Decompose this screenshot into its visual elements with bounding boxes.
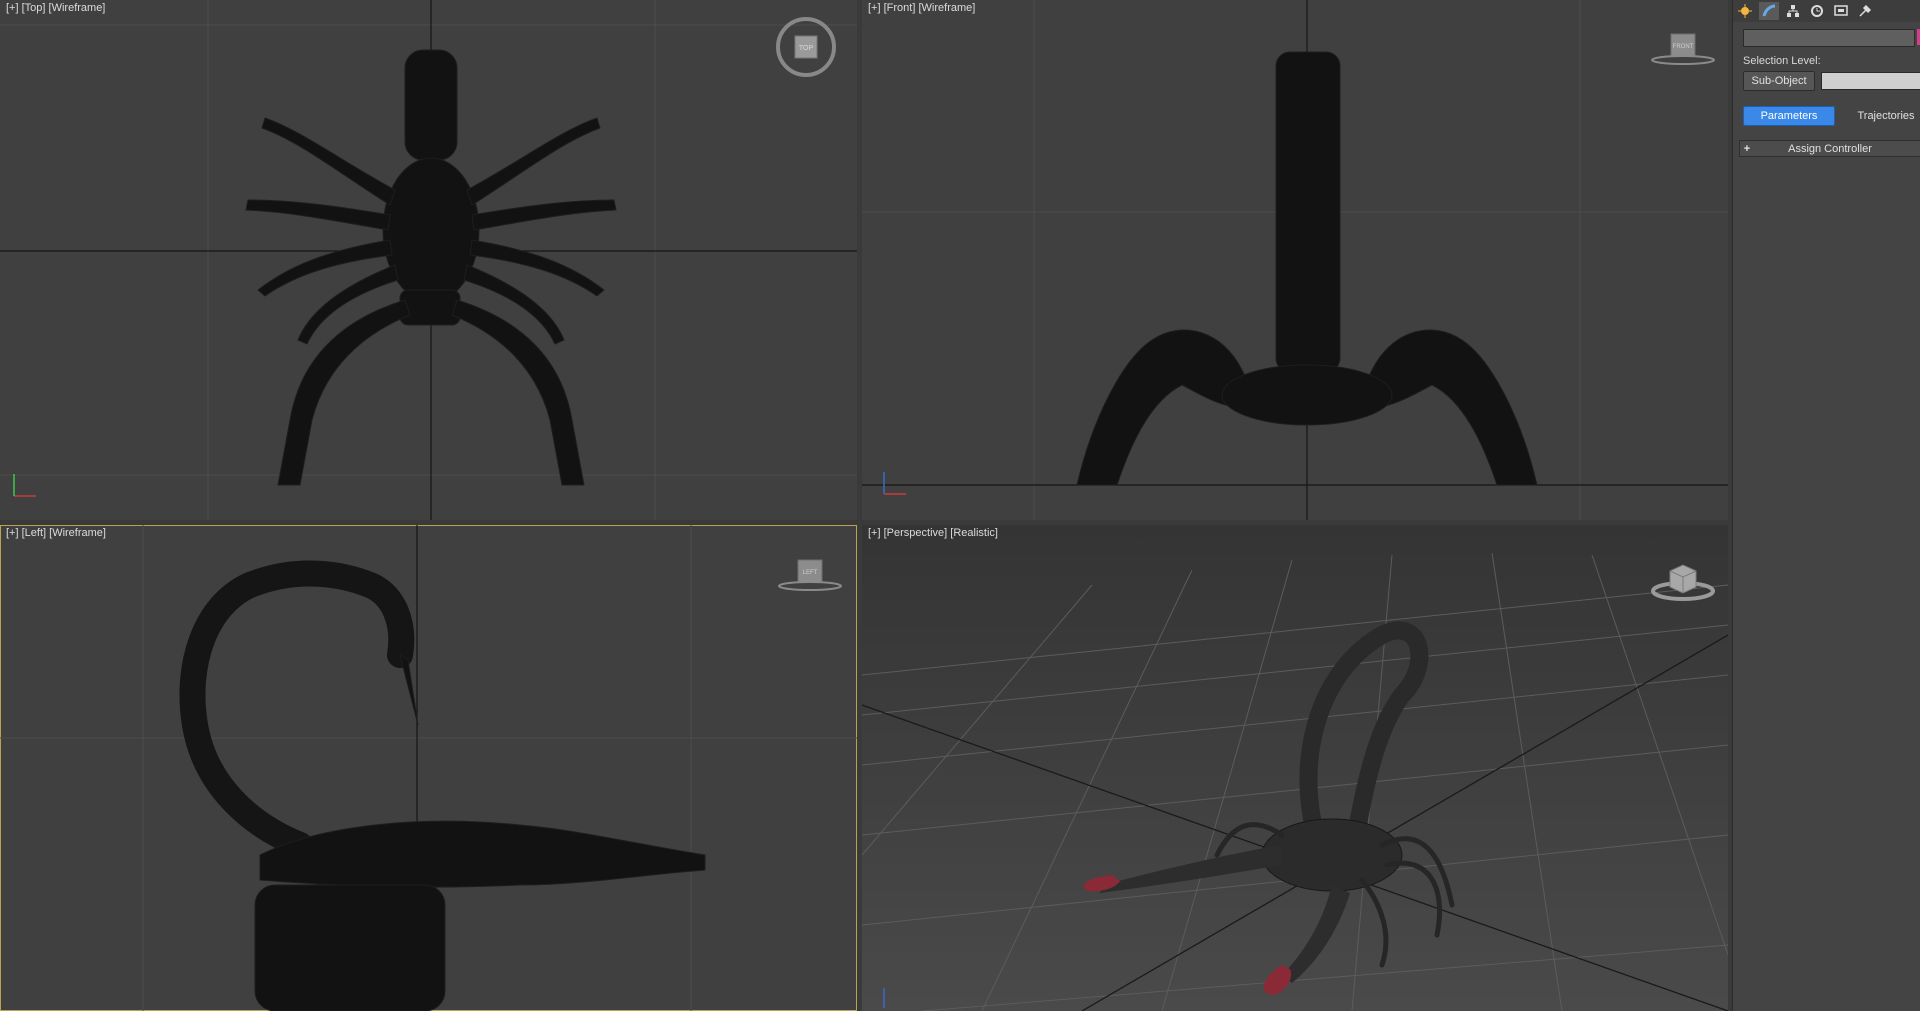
viewport-view-name[interactable]: [Perspective] bbox=[884, 527, 948, 539]
viewcube-perspective[interactable] bbox=[1648, 553, 1718, 603]
selection-level-label: Selection Level: bbox=[1743, 55, 1821, 67]
viewport-menu-plus[interactable]: [+] bbox=[6, 527, 19, 539]
svg-text:FRONT: FRONT bbox=[1673, 44, 1694, 50]
viewcube-left[interactable]: LEFT bbox=[775, 555, 845, 595]
viewport-view-name[interactable]: [Top] bbox=[22, 2, 46, 14]
viewcube-front[interactable]: FRONT bbox=[1648, 28, 1718, 68]
modify-icon bbox=[1762, 4, 1776, 17]
command-panel-tabs bbox=[1733, 0, 1920, 22]
scorpion-wireframe-front bbox=[1076, 51, 1538, 486]
object-name-field[interactable] bbox=[1743, 29, 1915, 47]
scorpion-body-left bbox=[254, 653, 706, 1011]
scorpion-render-perspective bbox=[1083, 621, 1455, 995]
create-icon bbox=[1738, 4, 1752, 18]
tab-utilities[interactable] bbox=[1855, 2, 1875, 20]
viewport-front[interactable]: [+] [Front] [Wireframe] FRONT bbox=[862, 0, 1728, 520]
sub-object-button[interactable]: Sub-Object bbox=[1743, 71, 1815, 91]
display-icon bbox=[1834, 5, 1848, 16]
front-view-scene bbox=[862, 0, 1728, 520]
viewport-left[interactable]: [+] [Left] [Wireframe] LEFT bbox=[0, 525, 857, 1011]
hierarchy-icon bbox=[1787, 5, 1799, 17]
left-view-scene bbox=[0, 525, 857, 1011]
viewport-shading-mode[interactable]: [Wireframe] bbox=[49, 2, 106, 14]
utilities-icon bbox=[1859, 4, 1872, 17]
viewport-menu-plus[interactable]: [+] bbox=[6, 2, 19, 14]
svg-text:TOP: TOP bbox=[799, 45, 814, 52]
assign-controller-rollout[interactable]: + Assign Controller bbox=[1739, 140, 1920, 157]
viewport-menu-plus[interactable]: [+] bbox=[868, 2, 881, 14]
viewport-label-top[interactable]: [+] [Top] [Wireframe] bbox=[6, 2, 105, 14]
tab-modify[interactable] bbox=[1759, 2, 1779, 20]
viewport-shading-mode[interactable]: [Realistic] bbox=[950, 527, 998, 539]
perspective-view-scene bbox=[862, 552, 1728, 1011]
viewport-shading-mode[interactable]: [Wireframe] bbox=[49, 527, 106, 539]
rollout-expand-icon[interactable]: + bbox=[1740, 143, 1754, 155]
axis-gizmo-perspective bbox=[883, 988, 885, 1008]
tab-create[interactable] bbox=[1735, 2, 1755, 20]
viewport-view-name[interactable]: [Front] bbox=[884, 2, 916, 14]
tab-hierarchy[interactable] bbox=[1783, 2, 1803, 20]
command-panel: Selection Level: Sub-Object Parameters T… bbox=[1732, 0, 1920, 1011]
axis-gizmo-front bbox=[883, 472, 906, 495]
selection-level-dropdown[interactable] bbox=[1821, 72, 1920, 90]
viewcube-top[interactable]: TOP bbox=[775, 16, 837, 78]
parameters-button[interactable]: Parameters bbox=[1743, 106, 1835, 126]
viewport-top[interactable]: [+] [Top] [Wireframe] TOP bbox=[0, 0, 857, 520]
viewport-label-front[interactable]: [+] [Front] [Wireframe] bbox=[868, 2, 975, 14]
viewport-label-perspective[interactable]: [+] [Perspective] [Realistic] bbox=[868, 527, 998, 539]
viewport-menu-plus[interactable]: [+] bbox=[868, 527, 881, 539]
motion-icon bbox=[1811, 5, 1823, 17]
tab-motion[interactable] bbox=[1807, 2, 1827, 20]
viewport-shading-mode[interactable]: [Wireframe] bbox=[918, 2, 975, 14]
viewport-view-name[interactable]: [Left] bbox=[22, 527, 46, 539]
svg-text:LEFT: LEFT bbox=[803, 570, 818, 576]
scorpion-wireframe-left bbox=[179, 560, 415, 858]
trajectories-button[interactable]: Trajectories bbox=[1843, 106, 1920, 126]
rollout-title[interactable]: Assign Controller bbox=[1754, 143, 1920, 155]
viewport-label-left[interactable]: [+] [Left] [Wireframe] bbox=[6, 527, 106, 539]
axis-gizmo-top bbox=[13, 474, 36, 497]
top-view-scene bbox=[0, 0, 857, 520]
tab-display[interactable] bbox=[1831, 2, 1851, 20]
viewport-perspective[interactable]: [+] [Perspective] [Realistic] bbox=[862, 525, 1728, 1011]
